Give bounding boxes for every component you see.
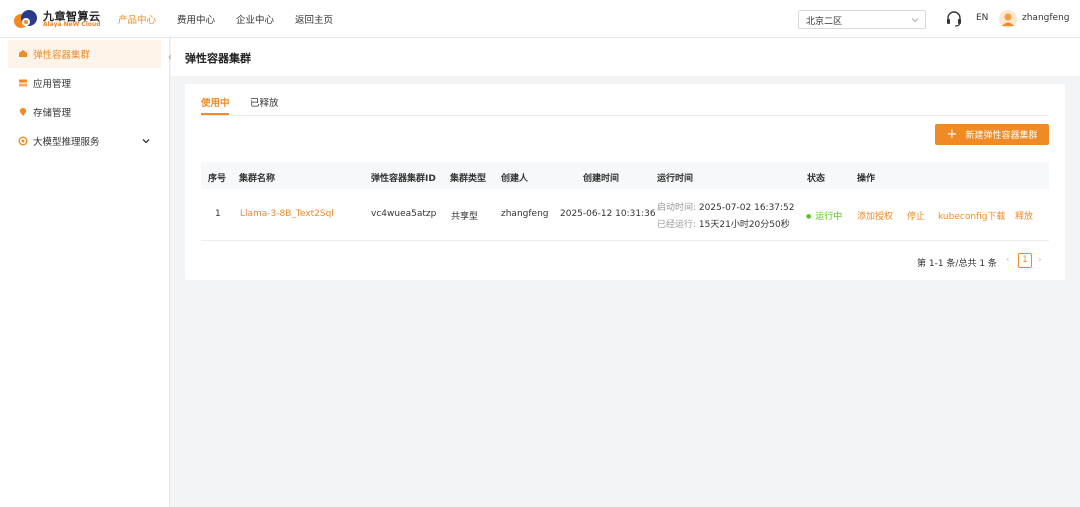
top-bar: 九章智算云 Alaya NeW Cloud 产品中心 费用中心 企业中心 返回主… <box>0 0 1080 38</box>
create-cluster-button[interactable]: + 新建弹性容器集群 <box>935 124 1049 145</box>
start-time-value: 2025-07-02 16:37:52 <box>698 203 795 213</box>
table-header: 序号 集群名称 弹性容器集群ID 集群类型 创建人 创建时间 运行时间 状态 操… <box>201 162 1049 189</box>
status-badge: 运行中 <box>806 209 842 222</box>
row-index: 1 <box>215 209 221 219</box>
status-tabs: 使用中 已释放 <box>201 84 1049 116</box>
create-cluster-label: 新建弹性容器集群 <box>965 131 1038 141</box>
cloud-logo-icon <box>14 10 37 28</box>
start-time: 启动时间: 2025-07-02 16:37:52 <box>657 200 795 213</box>
nav-billing-center[interactable]: 费用中心 <box>177 12 215 26</box>
sidebar-item-elastic-cluster[interactable]: 弹性容器集群 <box>8 40 161 68</box>
sidebar-item-label: 弹性容器集群 <box>33 50 91 61</box>
column-header: 创建人 <box>501 174 529 184</box>
sidebar-item-label: 应用管理 <box>33 79 72 90</box>
tab-in-use[interactable]: 使用中 <box>201 95 230 109</box>
sidebar-item-llm-inference[interactable]: 大模型推理服务 <box>8 127 161 155</box>
sidebar-item-app-management[interactable]: 应用管理 <box>8 69 161 97</box>
add-authorization-button[interactable]: 添加授权 <box>857 209 893 222</box>
app-icon <box>19 79 27 87</box>
cluster-id: vc4wuea5atzp <box>371 209 437 219</box>
cluster-type: 共享型 <box>451 212 479 222</box>
cluster-list-card: 使用中 已释放 + 新建弹性容器集群 序号 集群名称 弹性容器集群ID 集群类型… <box>185 84 1065 280</box>
release-button[interactable]: 释放 <box>1015 209 1033 222</box>
pagination-summary: 第 1-1 条/总共 1 条 <box>917 259 997 269</box>
main-nav: 产品中心 费用中心 企业中心 返回主页 <box>118 0 354 38</box>
region-value: 北京二区 <box>806 17 843 27</box>
avatar[interactable] <box>999 10 1017 28</box>
stop-button[interactable]: 停止 <box>907 209 925 222</box>
headset-icon[interactable] <box>945 10 963 28</box>
uptime-value: 15天21小时20分50秒 <box>698 220 790 230</box>
column-header: 序号 <box>208 174 227 184</box>
brand-name-en: Alaya NeW Cloud <box>43 21 101 28</box>
table-row: 1 Llama-3-8B_Text2Sql vc4wuea5atzp 共享型 z… <box>201 189 1049 241</box>
username[interactable]: zhangfeng <box>1022 13 1069 23</box>
uptime: 已经运行: 15天21小时20分50秒 <box>657 217 790 230</box>
sidebar-item-label: 存储管理 <box>33 108 72 119</box>
column-header: 运行时间 <box>657 174 694 184</box>
column-header: 弹性容器集群ID <box>371 174 436 184</box>
column-header: 状态 <box>807 174 826 184</box>
plus-icon: + <box>946 127 958 142</box>
active-tab-indicator <box>201 113 229 115</box>
chevron-left-icon[interactable]: ‹ <box>1006 255 1010 265</box>
start-time-label: 启动时间: <box>657 203 697 213</box>
nav-product-center[interactable]: 产品中心 <box>118 12 156 26</box>
column-header: 集群名称 <box>239 174 276 184</box>
created-time: 2025-06-12 10:31:36 <box>560 209 656 219</box>
sidebar-item-label: 大模型推理服务 <box>33 137 100 148</box>
chevron-down-icon <box>142 139 150 144</box>
page-title: 弹性容器集群 <box>185 52 251 65</box>
kubeconfig-download-button[interactable]: kubeconfig下载 <box>938 209 1005 222</box>
creator: zhangfeng <box>501 209 549 219</box>
page-number-button[interactable]: 1 <box>1018 253 1032 268</box>
nav-back-home[interactable]: 返回主页 <box>295 12 333 26</box>
language-switch[interactable]: EN <box>976 13 988 23</box>
brand-logo[interactable]: 九章智算云 Alaya NeW Cloud <box>12 7 102 31</box>
inference-icon <box>18 136 28 146</box>
nav-enterprise-center[interactable]: 企业中心 <box>236 12 274 26</box>
column-header: 创建时间 <box>583 174 620 184</box>
storage-icon <box>19 108 27 116</box>
chevron-right-icon[interactable]: › <box>1038 255 1042 265</box>
column-header: 集群类型 <box>450 174 487 184</box>
page-header: 弹性容器集群 <box>171 38 1080 76</box>
chevron-down-icon <box>911 18 919 23</box>
uptime-label: 已经运行: <box>657 220 697 230</box>
cluster-icon <box>19 50 27 57</box>
sidebar: 弹性容器集群 应用管理 存储管理 大模型推理服务 <box>0 38 170 507</box>
region-select[interactable]: 北京二区 <box>798 10 926 29</box>
tab-released[interactable]: 已释放 <box>250 95 279 109</box>
sidebar-item-storage-management[interactable]: 存储管理 <box>8 98 161 126</box>
cluster-name-link[interactable]: Llama-3-8B_Text2Sql <box>240 209 334 219</box>
column-header: 操作 <box>857 174 876 184</box>
